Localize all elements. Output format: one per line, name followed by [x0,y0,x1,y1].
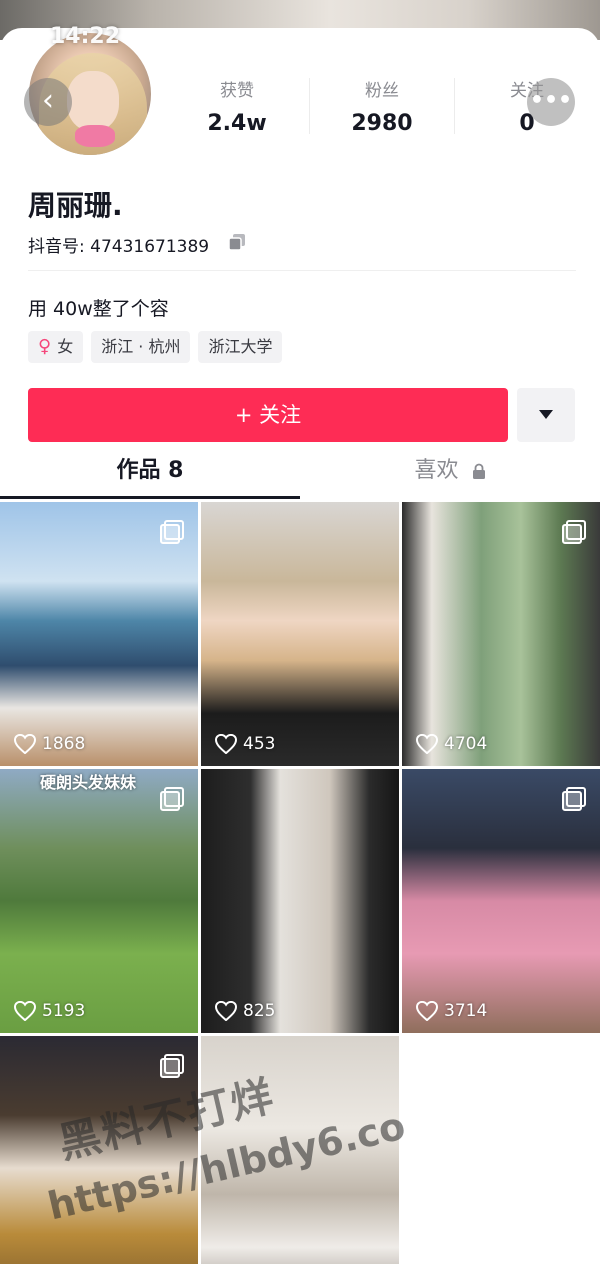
lock-icon [472,463,485,479]
stat-likes-label: 获赞 [220,81,254,101]
status-time: 14:22 [50,24,121,49]
tag-label: 浙江 · 杭州 [101,337,181,356]
post-likes: 1868 [14,734,85,754]
stat-likes-value: 2.4w [207,111,267,136]
post-tile[interactable]: 3714 [402,769,600,1033]
like-count: 453 [243,734,276,754]
stat-followers-value: 2980 [351,111,413,136]
post-thumbnail [201,769,399,1033]
tab-indicator [0,496,300,499]
heart-icon [416,1001,438,1021]
post-tile[interactable]: 4704 [402,502,600,766]
like-count: 825 [243,1001,276,1021]
heart-icon [14,734,36,754]
empty-tile [402,1036,600,1264]
multi-image-icon [562,520,586,544]
multi-image-icon [160,1054,184,1078]
douyin-id: 抖音号: 47431671389 [28,237,210,257]
tab-works[interactable]: 作品 8 [0,452,300,484]
post-likes: 453 [215,734,275,754]
post-likes: 4704 [416,734,487,754]
like-count: 5193 [42,1001,86,1021]
tag-label: 浙江大学 [208,337,273,356]
post-tile[interactable]: 453 [201,502,399,766]
avatar-face [67,71,119,131]
back-button[interactable]: ‹ [24,78,72,126]
multi-image-icon [562,787,586,811]
stat-likes[interactable]: 获赞 2.4w [164,76,310,136]
profile-name: 周丽珊. [28,189,123,222]
tag-gender: ♀ 女 [28,331,84,363]
heart-icon [215,734,237,754]
triangle-down-icon [539,410,553,419]
multi-image-icon [160,520,184,544]
post-likes: 825 [215,1001,275,1021]
stat-following-value: 0 [519,111,535,136]
heart-icon [416,734,438,754]
dropdown-button[interactable] [517,388,575,442]
post-tile[interactable]: 825 [201,769,399,1033]
bio: 用 40w整了个容 [28,298,169,320]
female-icon: ♀ [38,336,52,357]
chevron-left-icon: ‹ [42,83,54,118]
tag-school: 浙江大学 [198,331,283,363]
tag-location: 浙江 · 杭州 [91,331,191,363]
heart-icon [14,1001,36,1021]
like-count: 3714 [444,1001,488,1021]
tag-label: 女 [57,337,74,356]
post-likes: 5193 [14,1001,85,1021]
more-icon: ••• [529,88,573,113]
tab-label: 喜欢 [414,458,459,483]
post-tile[interactable]: 1868 [0,502,198,766]
like-count: 4704 [444,734,488,754]
copy-icon[interactable] [228,233,246,251]
multi-image-icon [160,787,184,811]
post-tile[interactable]: 硬朗头发妹妹 5193 [0,769,198,1033]
post-thumbnail [201,502,399,766]
divider [28,270,576,271]
tab-label: 作品 8 [116,458,184,483]
avatar-bow [75,125,115,147]
like-count: 1868 [42,734,86,754]
post-caption: 硬朗头发妹妹 [40,773,137,792]
tab-likes[interactable]: 喜欢 [300,452,600,484]
more-button[interactable]: ••• [527,78,575,126]
stat-followers-label: 粉丝 [365,81,399,101]
stat-followers[interactable]: 粉丝 2980 [309,76,455,136]
follow-button[interactable]: + 关注 [28,388,508,442]
heart-icon [215,1001,237,1021]
post-likes: 3714 [416,1001,487,1021]
profile-tags: ♀ 女 浙江 · 杭州 浙江大学 [28,331,283,363]
